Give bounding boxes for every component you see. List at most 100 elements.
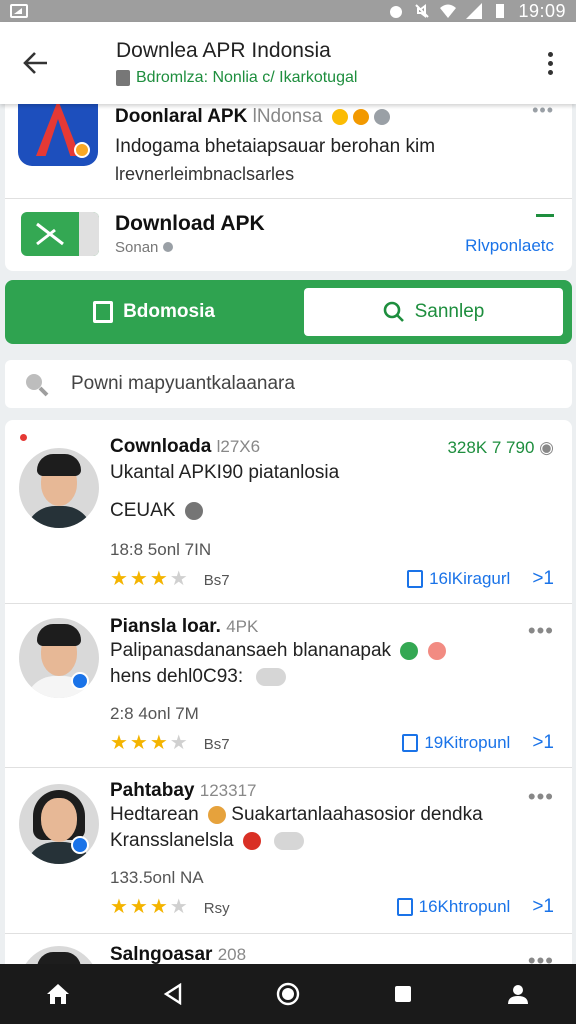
item-name: Salngoasar xyxy=(110,944,213,965)
check-icon xyxy=(184,501,203,520)
app-bar: Downlea APR Indonsia Bdromlza: Nonlia c/… xyxy=(0,22,576,104)
more-dots-icon[interactable]: ••• xyxy=(528,620,554,642)
download-title: Download APK xyxy=(115,212,265,235)
verified-icon xyxy=(71,836,89,854)
app-description: Indogama bhetaiapsauar berohan kim xyxy=(115,136,436,157)
tab-search-label: Sannlep xyxy=(414,301,485,322)
item-name: Cownloada xyxy=(110,436,212,457)
document-icon xyxy=(93,301,114,323)
file-icon xyxy=(116,70,130,86)
install-icon xyxy=(396,898,413,916)
list-item[interactable]: Piansla loar. 4PK ••• Palipanasdanansaeh… xyxy=(5,604,572,768)
overflow-menu-icon[interactable] xyxy=(524,51,576,75)
item-description-text-2: Suakartanlaahasosior dendka xyxy=(231,804,483,825)
wifi-icon xyxy=(440,4,457,18)
rating-stars: ★★★★ Bs7 xyxy=(110,568,230,590)
item-action-label: 16Khtropunl xyxy=(418,897,511,916)
download-subtitle: Sonan xyxy=(115,239,173,256)
app-header-row[interactable]: Doonlaral APK lNdonsa Indogama bhetaiaps… xyxy=(5,96,572,196)
item-title: Pahtabay 123317 xyxy=(110,780,257,802)
search-icon xyxy=(26,374,49,397)
list-item[interactable]: Cownloada l27X6 328K 7 790 ◉ Ukantal APK… xyxy=(5,420,572,604)
avatar xyxy=(19,784,99,864)
item-description: Palipanasdanansaeh blananapak xyxy=(110,640,446,662)
item-action[interactable]: 16lKiragurl >1 xyxy=(407,568,554,590)
rating-label: Rsy xyxy=(203,900,230,917)
unread-dot xyxy=(20,434,27,441)
item-name-suffix: 208 xyxy=(217,945,247,964)
item-action[interactable]: 16Khtropunl >1 xyxy=(396,896,554,918)
app-logo-icon xyxy=(18,100,98,166)
emoji-icon xyxy=(400,641,419,660)
recents-square-icon xyxy=(395,986,412,1002)
install-icon xyxy=(402,734,419,752)
item-description-text: Palipanasdanansaeh blananapak xyxy=(110,640,392,661)
nav-back-button[interactable] xyxy=(153,974,193,1014)
rating-stars: ★★★★ Rsy xyxy=(110,896,230,918)
search-input[interactable] xyxy=(71,373,531,395)
minimize-icon[interactable] xyxy=(536,214,554,217)
item-meta: 18:8 5onl 7IN xyxy=(110,540,212,559)
app-info-card: Doonlaral APK lNdonsa Indogama bhetaiaps… xyxy=(5,96,572,271)
avatar xyxy=(19,448,99,528)
more-dots-icon[interactable]: ••• xyxy=(528,786,554,808)
clock: 19:09 xyxy=(518,0,566,21)
item-action[interactable]: 19Kitropunl >1 xyxy=(402,732,554,754)
divider xyxy=(5,198,572,199)
tab-indonesia-label: Bdomosia xyxy=(123,301,215,322)
scissors-icon xyxy=(36,222,64,246)
search-bar xyxy=(5,360,572,408)
app-name-text: Doonlaral APK xyxy=(115,106,248,127)
item-title: Cownloada l27X6 xyxy=(110,436,260,458)
system-nav-bar xyxy=(0,964,576,1024)
home-circle-icon xyxy=(276,982,300,1006)
item-subline-text: CEUAK xyxy=(110,500,176,521)
tab-indonesia[interactable]: Bdomosia xyxy=(5,280,303,344)
item-subline-text: Kransslanelsla xyxy=(110,830,234,851)
tag-chip xyxy=(274,831,305,850)
app-description-2: lrevnerleimbnaclsarles xyxy=(115,164,295,184)
check-icon xyxy=(374,108,391,125)
item-action-label: 16lKiragurl xyxy=(429,569,511,588)
item-subline: hens dehl0C93: xyxy=(110,666,287,688)
back-triangle-icon xyxy=(163,983,181,1005)
item-name-suffix: 123317 xyxy=(199,781,257,800)
download-link[interactable]: Rlvponlaetc xyxy=(465,236,554,256)
item-action-arrow: >1 xyxy=(532,568,554,589)
arrow-back-icon xyxy=(23,52,47,74)
rating-label: Bs7 xyxy=(203,572,230,589)
item-description: Ukantal APKI90 piatanlosia xyxy=(110,462,340,483)
rating-label: Bs7 xyxy=(203,736,230,753)
tab-search[interactable]: Sannlep xyxy=(304,288,563,336)
signal-icon xyxy=(466,3,483,19)
item-subline: Kransslanelsla xyxy=(110,830,305,852)
info-icon xyxy=(162,242,173,252)
item-name-suffix: 4PK xyxy=(226,617,259,636)
tag-chip xyxy=(256,667,287,686)
back-button[interactable] xyxy=(0,22,72,104)
item-name: Pahtabay xyxy=(110,780,195,801)
nav-recents-button[interactable] xyxy=(383,974,423,1014)
item-meta: 133.5onl NA xyxy=(110,868,204,887)
nav-home-button[interactable] xyxy=(38,974,78,1014)
image-icon xyxy=(10,4,28,18)
coin-icon xyxy=(208,805,227,824)
rating-stars: ★★★★ Bs7 xyxy=(110,732,230,754)
nav-account-button[interactable] xyxy=(498,974,538,1014)
list-item[interactable]: Pahtabay 123317 ••• Hedtarean Suakartanl… xyxy=(5,768,572,934)
emoji-icon xyxy=(242,831,261,850)
nav-overview-button[interactable] xyxy=(268,974,308,1014)
item-stats: 328K 7 790 ◉ xyxy=(447,438,554,458)
item-action-label: 19Kitropunl xyxy=(424,733,511,752)
home-icon xyxy=(46,984,69,1004)
status-bar: 19:09 xyxy=(0,0,576,22)
item-stats-text: 328K 7 790 xyxy=(447,438,535,457)
page-subtitle-text: Bdromlza: Nonlia c/ Ikarkotugal xyxy=(136,69,358,86)
item-action-arrow: >1 xyxy=(532,732,554,753)
download-app-icon xyxy=(21,212,99,256)
app-name-suffix: lNdonsa xyxy=(252,106,323,127)
item-name-suffix: l27X6 xyxy=(216,437,261,456)
item-subline: CEUAK xyxy=(110,500,203,522)
emoji-icon xyxy=(331,108,348,125)
search-icon xyxy=(383,301,404,322)
